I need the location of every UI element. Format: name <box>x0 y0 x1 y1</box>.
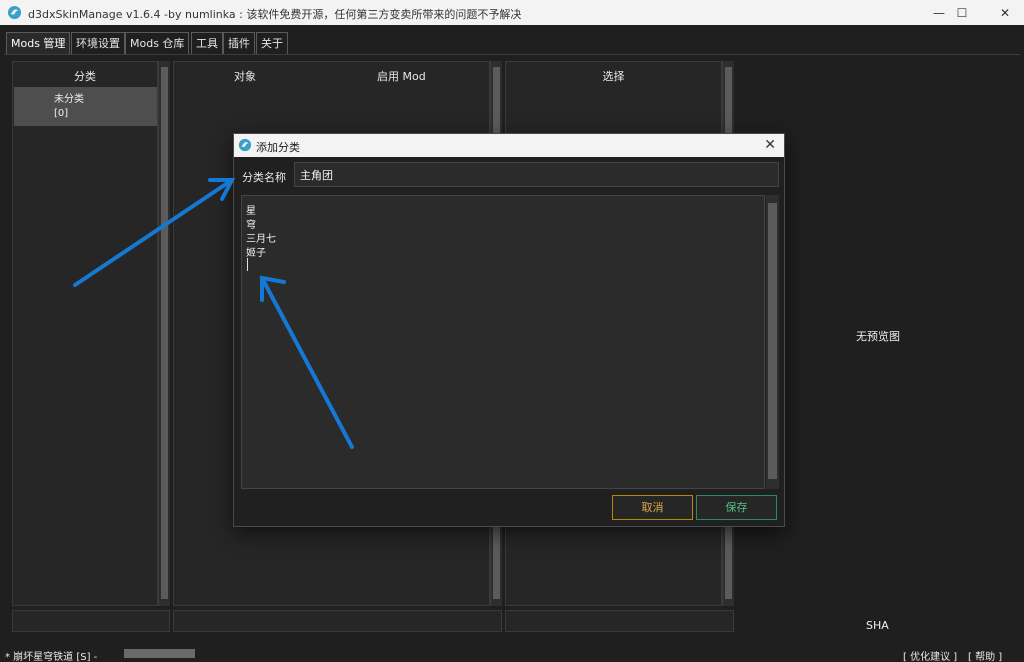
window-title: d3dxSkinManage v1.6.4 -by numlinka : 该软件… <box>28 8 522 21</box>
maximize-button[interactable]: ☐ <box>939 0 985 25</box>
object-footer <box>173 610 502 632</box>
tab-about[interactable]: 关于 <box>256 32 288 55</box>
tab-tools[interactable]: 工具 <box>191 32 223 55</box>
text-caret <box>247 258 248 271</box>
textarea-line: 三月七 <box>246 234 276 245</box>
dialog-title: 添加分类 <box>256 141 300 154</box>
suggestion-link[interactable]: [ 优化建议 ] <box>903 648 957 662</box>
tab-bar: Mods 管理 环境设置 Mods 仓库 工具 插件 关于 <box>0 25 1024 55</box>
textarea-scroll-thumb[interactable] <box>768 203 777 479</box>
select-header: 选择 <box>602 70 625 83</box>
status-progress <box>124 649 195 658</box>
category-item-count: [0] <box>54 108 69 119</box>
game-status: * 崩坏星穹铁道 [S] - <box>5 652 98 662</box>
select-footer <box>505 610 734 632</box>
category-footer <box>12 610 170 632</box>
dialog-close-button[interactable]: ✕ <box>764 137 776 153</box>
tab-plugins[interactable]: 插件 <box>223 32 255 55</box>
add-category-dialog: 添加分类 ✕ 分类名称 星 穹 三月七 姬子 取消 保存 <box>233 133 785 527</box>
textarea-line: 星 <box>246 206 256 217</box>
close-button[interactable]: ✕ <box>982 0 1024 25</box>
app-logo-icon <box>7 5 22 20</box>
category-members-textarea[interactable]: 星 穹 三月七 姬子 <box>241 195 765 489</box>
tab-divider <box>4 54 1020 55</box>
enabled-mod-header: 启用 Mod <box>377 70 426 83</box>
sha-label: SHA <box>866 619 889 632</box>
tab-mods-repo[interactable]: Mods 仓库 <box>125 32 190 55</box>
category-header: 分类 <box>74 70 96 83</box>
cancel-button[interactable]: 取消 <box>612 495 693 520</box>
tab-env-settings[interactable]: 环境设置 <box>71 32 125 55</box>
category-name-label: 分类名称 <box>242 171 286 184</box>
category-name-input[interactable] <box>294 162 779 187</box>
preview-placeholder: 无预览图 <box>856 330 900 343</box>
help-link[interactable]: [ 帮助 ] <box>968 648 1002 662</box>
category-scroll-thumb[interactable] <box>161 67 168 599</box>
category-item-label: 未分类 <box>54 94 84 105</box>
textarea-scrollbar[interactable] <box>766 195 779 489</box>
category-scrollbar[interactable] <box>158 61 170 606</box>
save-button[interactable]: 保存 <box>696 495 777 520</box>
title-bar: d3dxSkinManage v1.6.4 -by numlinka : 该软件… <box>0 0 1024 25</box>
textarea-line: 穹 <box>246 220 256 231</box>
app-logo-icon <box>238 138 252 152</box>
tab-mods-manage[interactable]: Mods 管理 <box>6 32 71 55</box>
category-item-uncategorized[interactable]: 未分类 [0] <box>14 87 157 126</box>
category-panel: 分类 未分类 [0] <box>12 61 158 606</box>
textarea-line: 姬子 <box>246 248 266 259</box>
dialog-title-bar: 添加分类 ✕ <box>234 134 784 157</box>
status-bar: * 崩坏星穹铁道 [S] - [ 优化建议 ] [ 帮助 ] <box>0 645 1024 662</box>
object-header: 对象 <box>234 70 256 83</box>
